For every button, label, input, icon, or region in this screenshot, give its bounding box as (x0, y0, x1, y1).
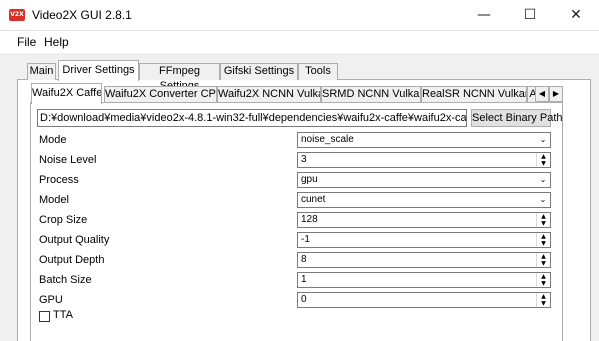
process-label: Process (39, 174, 79, 186)
tab-scroll-right-icon[interactable]: ▶ (549, 86, 563, 102)
tab-scroll-left-icon[interactable]: ◀ (535, 86, 549, 102)
spin-arrows: ▲ ▼ (536, 293, 550, 307)
spin-down-icon[interactable]: ▼ (537, 280, 550, 287)
mode-select[interactable]: noise_scale ⌄ (297, 132, 551, 148)
spin-arrows: ▲ ▼ (536, 273, 550, 287)
tab-ffmpeg-settings[interactable]: FFmpeg Settings (139, 63, 220, 92)
crop-size-spinbox[interactable]: 128 ▲ ▼ (297, 212, 551, 228)
tab-gifski-settings[interactable]: Gifski Settings (220, 63, 298, 80)
spin-arrows: ▲ ▼ (536, 153, 550, 167)
gpu-value: 0 (301, 294, 307, 305)
gpu-spinbox[interactable]: 0 ▲ ▼ (297, 292, 551, 308)
output-quality-spinbox[interactable]: -1 ▲ ▼ (297, 232, 551, 248)
model-select[interactable]: cunet ⌄ (297, 192, 551, 208)
chevron-down-icon[interactable]: ⌄ (536, 173, 550, 187)
output-quality-label: Output Quality (39, 234, 110, 246)
spin-up-icon[interactable]: ▲ (537, 253, 550, 260)
output-depth-spinbox[interactable]: 8 ▲ ▼ (297, 252, 551, 268)
select-binary-path-button[interactable]: Select Binary Path (471, 109, 563, 127)
tab-tools[interactable]: Tools (298, 63, 338, 80)
menu-file[interactable]: File (17, 35, 36, 49)
tab-waifu2x-ncnn-vulkan[interactable]: Waifu2X NCNN Vulkan (217, 86, 321, 103)
noise-level-value: 3 (301, 154, 307, 165)
process-value: gpu (301, 174, 318, 185)
spin-up-icon[interactable]: ▲ (537, 233, 550, 240)
output-depth-label: Output Depth (39, 254, 105, 266)
driver-tab-strip: Waifu2X Caffe Waifu2X Converter CPP Waif… (0, 0, 599, 104)
spin-arrows: ▲ ▼ (536, 213, 550, 227)
output-depth-value: 8 (301, 254, 307, 265)
spin-arrows: ▲ ▼ (536, 253, 550, 267)
model-label: Model (39, 194, 69, 206)
chevron-down-icon[interactable]: ⌄ (536, 133, 550, 147)
mode-label: Mode (39, 134, 67, 146)
spin-down-icon[interactable]: ▼ (537, 300, 550, 307)
spin-up-icon[interactable]: ▲ (537, 213, 550, 220)
spin-up-icon[interactable]: ▲ (537, 153, 550, 160)
spin-down-icon[interactable]: ▼ (537, 260, 550, 267)
model-value: cunet (301, 194, 326, 205)
process-select[interactable]: gpu ⌄ (297, 172, 551, 188)
tab-scroll-arrows: ◀ ▶ (535, 86, 563, 102)
crop-size-value: 128 (301, 214, 318, 225)
tab-waifu2x-caffe[interactable]: Waifu2X Caffe (31, 83, 102, 104)
gpu-label: GPU (39, 294, 63, 306)
tab-main[interactable]: Main (27, 63, 56, 80)
binary-path-input[interactable]: D:¥download¥media¥video2x-4.8.1-win32-fu… (37, 109, 467, 127)
batch-size-spinbox[interactable]: 1 ▲ ▼ (297, 272, 551, 288)
tab-waifu2x-converter-cpp[interactable]: Waifu2X Converter CPP (104, 86, 217, 103)
spin-up-icon[interactable]: ▲ (537, 293, 550, 300)
noise-level-label: Noise Level (39, 154, 97, 166)
mode-value: noise_scale (301, 134, 354, 145)
tab-driver-settings[interactable]: Driver Settings (58, 60, 139, 81)
chevron-down-icon[interactable]: ⌄ (536, 193, 550, 207)
menu-bar: File Help (0, 31, 599, 53)
spin-up-icon[interactable]: ▲ (537, 273, 550, 280)
output-quality-value: -1 (301, 234, 310, 245)
menu-help[interactable]: Help (44, 35, 69, 49)
crop-size-label: Crop Size (39, 214, 88, 226)
tta-label[interactable]: TTA (53, 309, 73, 321)
spin-arrows: ▲ ▼ (536, 233, 550, 247)
noise-level-spinbox[interactable]: 3 ▲ ▼ (297, 152, 551, 168)
spin-down-icon[interactable]: ▼ (537, 220, 550, 227)
batch-size-value: 1 (301, 274, 307, 285)
tab-srmd-ncnn-vulkan[interactable]: SRMD NCNN Vulkan (321, 86, 421, 103)
spin-down-icon[interactable]: ▼ (537, 160, 550, 167)
tta-checkbox[interactable] (39, 311, 50, 322)
tab-realsr-ncnn-vulkan[interactable]: RealSR NCNN Vulkan (421, 86, 527, 103)
batch-size-label: Batch Size (39, 274, 92, 286)
spin-down-icon[interactable]: ▼ (537, 240, 550, 247)
main-tab-strip: Main Driver Settings FFmpeg Settings Gif… (0, 60, 599, 92)
